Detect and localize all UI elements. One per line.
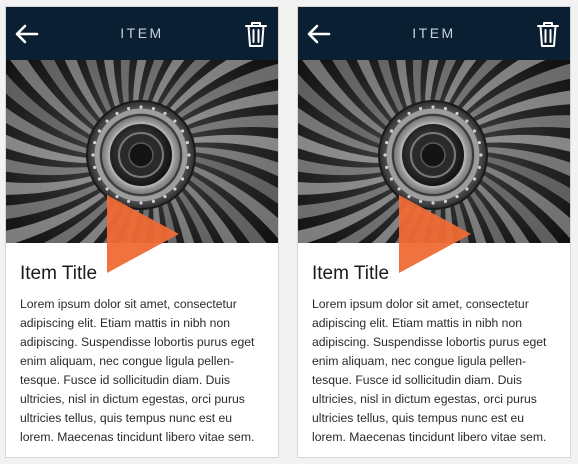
item-description: Lorem ipsum dolor sit amet, consectetur … — [20, 297, 255, 444]
top-app-bar: ITEM — [6, 7, 278, 60]
top-app-bar: ITEM — [298, 7, 570, 60]
item-screen-1: ITEM Item Title Lorem ipsum dolor sit am… — [5, 6, 279, 458]
page-title: ITEM — [120, 25, 164, 41]
item-screen-2: ITEM Item Title Lorem ipsum dolor sit am… — [297, 6, 571, 458]
item-content: Item Title Lorem ipsum dolor sit amet, c… — [312, 263, 556, 447]
item-hero-image — [6, 60, 278, 273]
item-description: Lorem ipsum dolor sit amet, consectetur … — [312, 297, 547, 444]
item-hero-image — [298, 60, 570, 273]
play-icon[interactable] — [107, 195, 179, 273]
page-title: ITEM — [412, 25, 456, 41]
trash-icon[interactable] — [242, 19, 270, 49]
play-icon[interactable] — [399, 195, 471, 273]
item-content: Item Title Lorem ipsum dolor sit amet, c… — [20, 263, 264, 447]
trash-icon[interactable] — [534, 19, 562, 49]
